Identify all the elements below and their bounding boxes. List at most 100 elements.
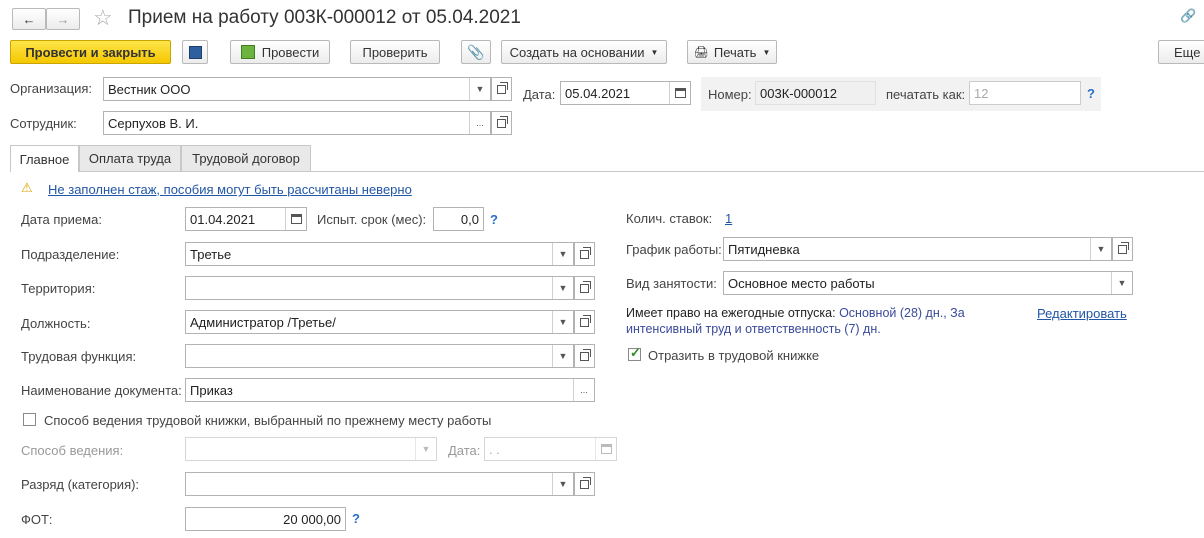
territory-field[interactable]: ▼ xyxy=(185,276,574,300)
open-icon xyxy=(580,246,591,259)
chevron-down-icon[interactable]: ▼ xyxy=(415,438,436,460)
post-button[interactable]: Провести xyxy=(230,40,330,64)
date-label: Дата: xyxy=(523,87,556,102)
attach-button[interactable]: 📎 xyxy=(461,40,491,64)
help-icon[interactable]: ? xyxy=(490,212,498,227)
calendar-icon[interactable] xyxy=(595,438,616,460)
doc-name-label: Наименование документа: xyxy=(21,383,182,398)
edit-vacation-link[interactable]: Редактировать xyxy=(1037,306,1127,321)
ellipsis-icon[interactable]: ... xyxy=(573,379,594,401)
hire-date-label: Дата приема: xyxy=(21,212,102,227)
chevron-down-icon[interactable]: ▼ xyxy=(469,78,490,100)
tab-payment[interactable]: Оплата труда xyxy=(79,145,181,171)
department-label: Подразделение: xyxy=(21,247,120,262)
open-icon xyxy=(497,81,508,94)
calendar-icon[interactable] xyxy=(285,208,306,230)
more-button[interactable]: Еще xyxy=(1158,40,1204,64)
reflect-checkbox[interactable]: ✓ xyxy=(628,345,641,361)
help-icon[interactable]: ? xyxy=(352,511,360,526)
tab-contract[interactable]: Трудовой договор xyxy=(181,145,311,171)
calendar-icon[interactable] xyxy=(669,82,690,104)
employee-label: Сотрудник: xyxy=(10,116,77,131)
number-field[interactable]: 003К-000012 xyxy=(755,81,876,105)
chevron-down-icon: ▼ xyxy=(650,47,659,57)
labor-function-label: Трудовая функция: xyxy=(21,349,137,364)
help-icon[interactable]: ? xyxy=(1087,86,1095,101)
schedule-open-button[interactable] xyxy=(1112,237,1133,261)
open-icon xyxy=(580,348,591,361)
printer-icon: 🖨 xyxy=(693,45,709,59)
create-based-button[interactable]: Создать на основании ▼ xyxy=(501,40,667,64)
chevron-down-icon[interactable]: ▼ xyxy=(552,243,573,265)
method-date-field[interactable]: . . xyxy=(484,437,617,461)
save-icon xyxy=(188,45,202,59)
chevron-down-icon[interactable]: ▼ xyxy=(1090,238,1111,260)
arrow-right-icon: → xyxy=(56,11,70,27)
labor-function-open-button[interactable] xyxy=(574,344,595,368)
star-icon[interactable]: ☆ xyxy=(93,5,113,31)
fot-field[interactable]: 20 000,00 xyxy=(185,507,346,531)
chevron-down-icon[interactable]: ▼ xyxy=(552,311,573,333)
employee-open-button[interactable] xyxy=(491,111,512,135)
chevron-down-icon[interactable]: ▼ xyxy=(552,277,573,299)
forward-button[interactable]: → xyxy=(46,8,80,30)
checkmark-icon: ✓ xyxy=(630,345,641,360)
labor-function-field[interactable]: ▼ xyxy=(185,344,574,368)
rates-link[interactable]: 1 xyxy=(725,211,732,226)
number-label: Номер: xyxy=(708,87,752,102)
vacation-text: Имеет право на ежегодные отпуска: Основн… xyxy=(626,306,965,336)
save-button[interactable] xyxy=(182,40,208,64)
warning-link[interactable]: Не заполнен стаж, пособия могут быть рас… xyxy=(48,182,412,197)
hire-date-field[interactable]: 01.04.2021 xyxy=(185,207,307,231)
chevron-down-icon[interactable]: ▼ xyxy=(552,473,573,495)
chevron-down-icon: ▼ xyxy=(762,47,771,57)
link-icon[interactable]: 🔗 xyxy=(1180,8,1196,24)
check-button[interactable]: Проверить xyxy=(350,40,440,64)
territory-label: Территория: xyxy=(21,281,96,296)
rates-label: Колич. ставок: xyxy=(626,211,713,226)
print-as-field[interactable]: 12 xyxy=(969,81,1081,105)
schedule-field[interactable]: Пятидневка ▼ xyxy=(723,237,1112,261)
department-field[interactable]: Третье ▼ xyxy=(185,242,574,266)
method-date-label: Дата: xyxy=(448,443,481,458)
post-and-close-button[interactable]: Провести и закрыть xyxy=(10,40,171,64)
grade-open-button[interactable] xyxy=(574,472,595,496)
position-field[interactable]: Администратор /Третье/ ▼ xyxy=(185,310,574,334)
employee-field[interactable]: Серпухов В. И. ... xyxy=(103,111,491,135)
employment-label: Вид занятости: xyxy=(626,276,717,291)
open-icon xyxy=(580,314,591,327)
grade-label: Разряд (категория): xyxy=(21,477,140,492)
tab-bar-line xyxy=(10,171,1204,172)
open-icon xyxy=(1118,241,1129,254)
doc-name-field[interactable]: Приказ ... xyxy=(185,378,595,402)
reflect-label: Отразить в трудовой книжке xyxy=(648,348,820,363)
workbook-method-label: Способ ведения трудовой книжки, выбранны… xyxy=(44,413,492,428)
employment-field[interactable]: Основное место работы ▼ xyxy=(723,271,1133,295)
arrow-left-icon: ← xyxy=(22,11,36,27)
org-field[interactable]: Вестник ООО ▼ xyxy=(103,77,491,101)
org-open-button[interactable] xyxy=(491,77,512,101)
paperclip-icon: 📎 xyxy=(467,43,485,60)
position-label: Должность: xyxy=(21,316,91,331)
probation-field[interactable]: 0,0 xyxy=(433,207,484,231)
print-button[interactable]: 🖨 Печать ▼ xyxy=(687,40,777,64)
workbook-method-checkbox[interactable] xyxy=(23,413,36,426)
chevron-down-icon[interactable]: ▼ xyxy=(552,345,573,367)
date-field[interactable]: 05.04.2021 xyxy=(560,81,691,105)
tab-main[interactable]: Главное xyxy=(10,145,79,172)
fot-label: ФОТ: xyxy=(21,512,53,527)
page-title: Прием на работу 003К-000012 от 05.04.202… xyxy=(128,7,521,28)
ellipsis-icon[interactable]: ... xyxy=(469,112,490,134)
position-open-button[interactable] xyxy=(574,310,595,334)
method-field[interactable]: ▼ xyxy=(185,437,437,461)
grade-field[interactable]: ▼ xyxy=(185,472,574,496)
department-open-button[interactable] xyxy=(574,242,595,266)
open-icon xyxy=(580,476,591,489)
warning-icon: ⚠ xyxy=(21,180,33,195)
probation-label: Испыт. срок (мес): xyxy=(317,212,427,227)
chevron-down-icon[interactable]: ▼ xyxy=(1111,272,1132,294)
territory-open-button[interactable] xyxy=(574,276,595,300)
print-as-label: печатать как: xyxy=(886,87,966,102)
back-button[interactable]: ← xyxy=(12,8,46,30)
schedule-label: График работы: xyxy=(626,242,722,257)
